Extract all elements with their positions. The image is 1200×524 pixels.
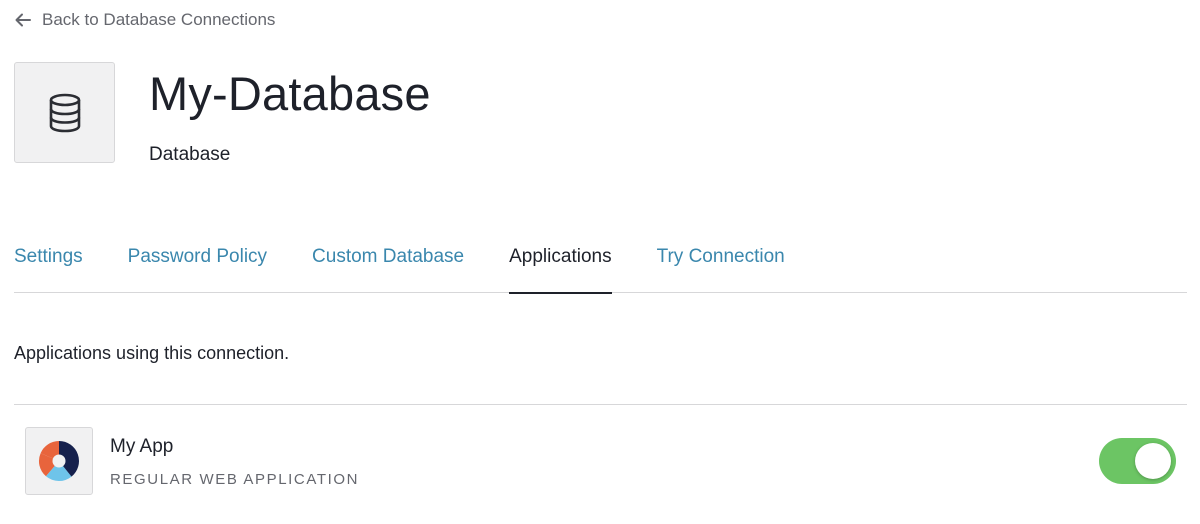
list-item: My App REGULAR WEB APPLICATION xyxy=(14,405,1187,524)
tab-applications[interactable]: Applications xyxy=(509,232,613,294)
back-link[interactable]: Back to Database Connections xyxy=(14,10,275,30)
app-type: REGULAR WEB APPLICATION xyxy=(110,471,360,488)
app-name[interactable]: My App xyxy=(110,436,173,458)
arrow-left-icon xyxy=(15,13,31,27)
app-enabled-toggle[interactable] xyxy=(1099,438,1176,484)
connection-icon-box xyxy=(14,62,115,163)
tab-custom-database[interactable]: Custom Database xyxy=(312,232,464,293)
title-block: My-Database Database xyxy=(149,62,431,166)
database-icon xyxy=(49,93,80,132)
tab-password-policy[interactable]: Password Policy xyxy=(128,232,267,293)
tab-try-connection[interactable]: Try Connection xyxy=(657,232,785,293)
connection-header: My-Database Database xyxy=(14,62,431,166)
connection-type: Database xyxy=(149,144,231,165)
app-logo xyxy=(25,427,93,495)
toggle-knob xyxy=(1135,443,1171,479)
tab-bar: Settings Password Policy Custom Database… xyxy=(14,232,1187,294)
page-title: My-Database xyxy=(149,67,431,120)
app-logo-icon xyxy=(38,441,79,482)
section-description: Applications using this connection. xyxy=(14,343,290,363)
connection-page: Back to Database Connections My-Database… xyxy=(0,0,1200,524)
tab-settings[interactable]: Settings xyxy=(14,232,83,293)
back-link-label: Back to Database Connections xyxy=(42,10,276,29)
applications-list: My App REGULAR WEB APPLICATION xyxy=(14,404,1187,524)
